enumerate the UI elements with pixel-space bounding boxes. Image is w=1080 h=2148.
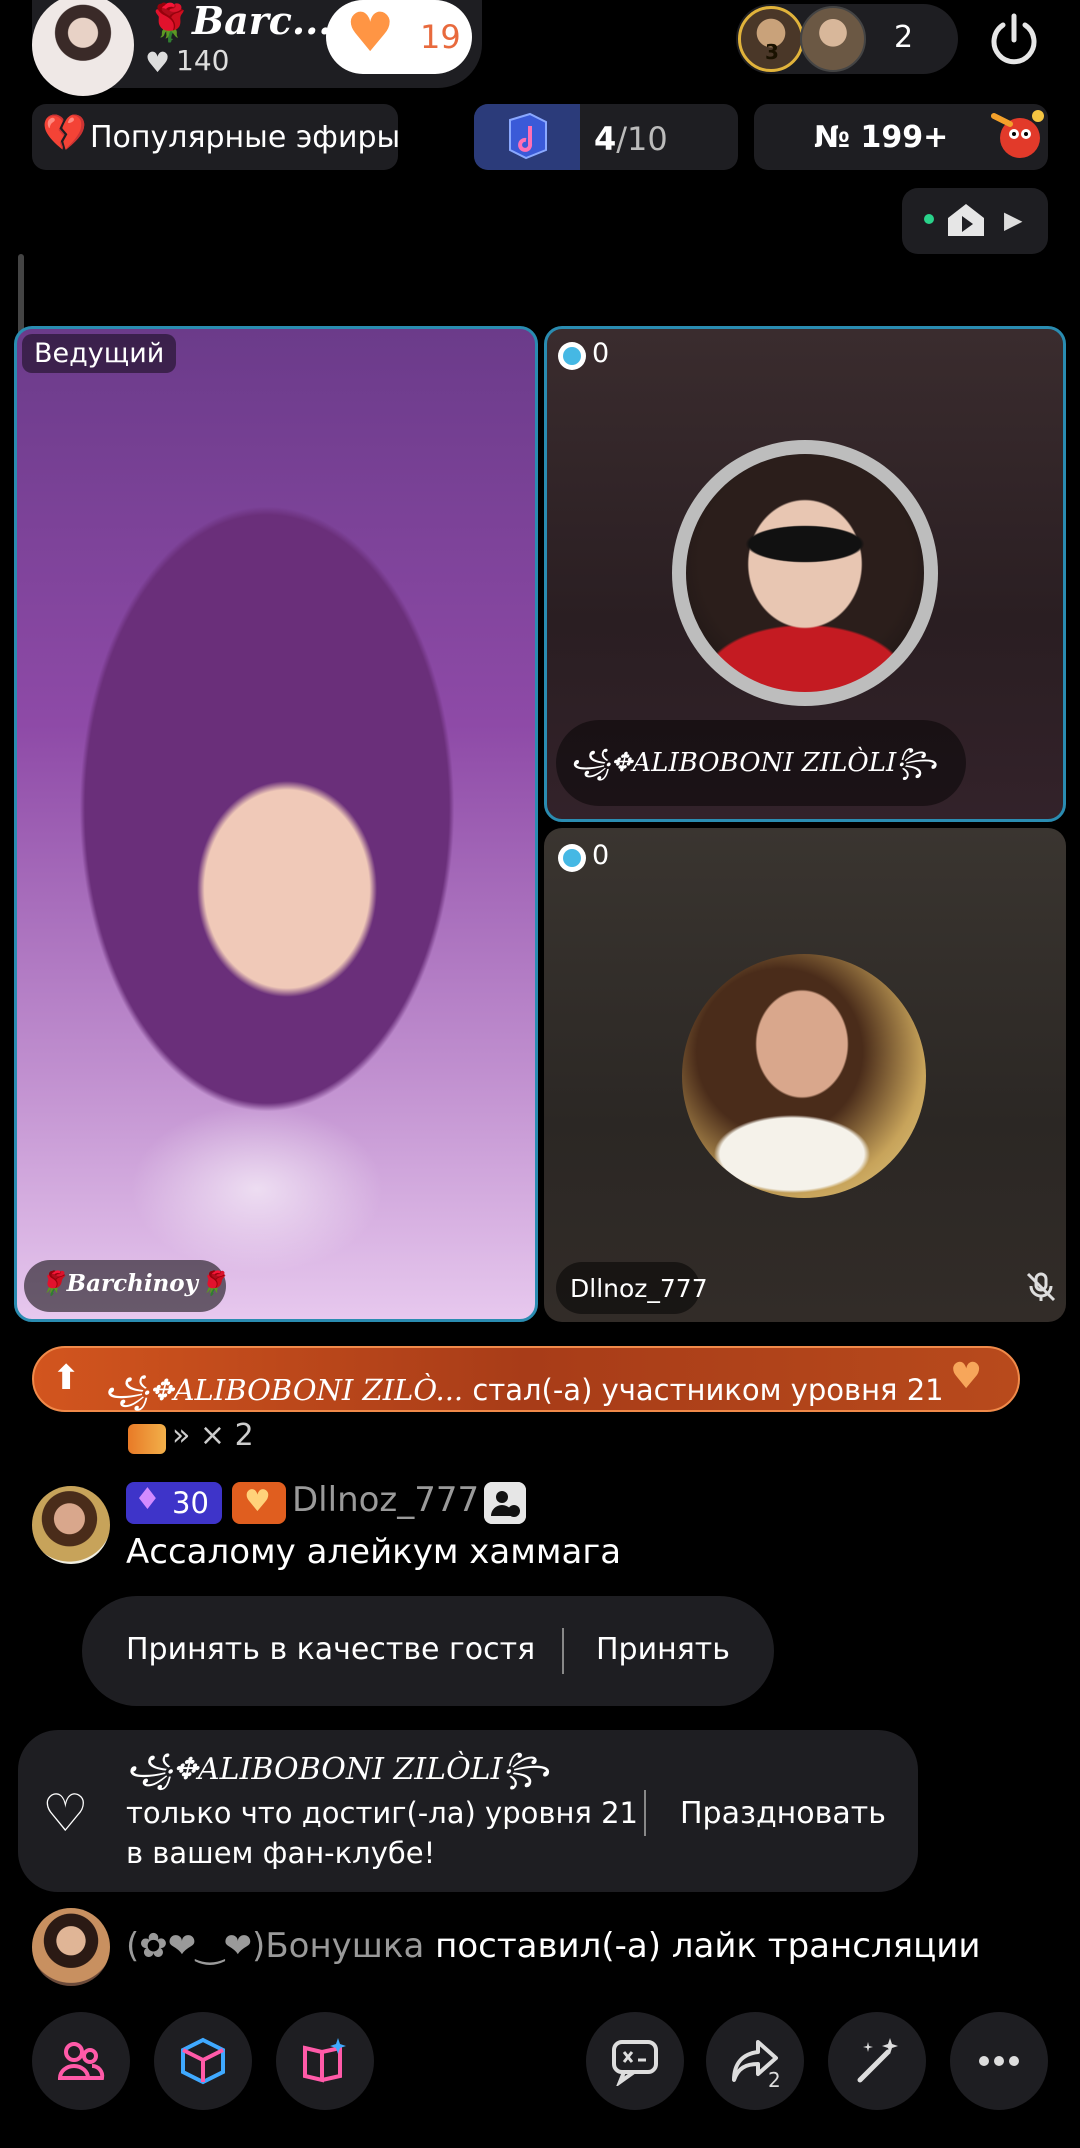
celebrate-button[interactable]: Праздновать xyxy=(680,1796,886,1831)
heart-icon: ♥ xyxy=(950,1356,983,1397)
share-button[interactable]: 2 xyxy=(706,2012,804,2110)
rose-icon: 🌹 xyxy=(147,3,192,44)
broken-heart-icon: 💔 xyxy=(42,113,87,154)
host-likes-count: 140 xyxy=(176,44,230,77)
heart-icon: ♥ xyxy=(145,46,171,79)
gift-multiplier: » × 2 xyxy=(172,1418,254,1453)
diamond-level: 30 xyxy=(172,1486,209,1520)
guest1-seat-count: 0 xyxy=(592,338,610,369)
host-name[interactable]: Barc... xyxy=(192,0,332,43)
magic-wand-icon xyxy=(857,2038,898,2083)
seat-gem-icon xyxy=(558,844,586,872)
like-notification: (✿❤‿❤)Бонушка поставил(-а) лайк трансляц… xyxy=(126,1926,981,1966)
activities-button[interactable] xyxy=(276,2012,374,2110)
heart-outline-icon: ♡ xyxy=(42,1784,89,1844)
home-play-icon[interactable] xyxy=(946,202,986,238)
accept-as-guest-button[interactable]: Принять в качестве гостя xyxy=(126,1632,535,1667)
orange-heart-icon: ♥ xyxy=(346,1,395,64)
fan-heart-icon: ♥ xyxy=(244,1484,271,1519)
comment-button[interactable] xyxy=(586,2012,684,2110)
more-dots-icon xyxy=(979,2056,1019,2066)
chat-avatar[interactable] xyxy=(32,1908,110,1986)
host-video-tile[interactable] xyxy=(14,326,538,1322)
game-progress: 4/10 xyxy=(594,120,668,158)
mascot-icon xyxy=(991,110,1044,158)
chat-username[interactable]: Dllnoz_777 xyxy=(292,1480,479,1520)
book-sparkle-icon xyxy=(303,2038,346,2083)
host-tile-name: 🌹Barchinoy🌹 xyxy=(38,1270,227,1297)
rank-label: № 199+ xyxy=(814,120,949,155)
guest2-avatar[interactable] xyxy=(682,954,926,1198)
fan-card-text-line2: в вашем фан-клубе! xyxy=(126,1836,436,1870)
chat-avatar[interactable] xyxy=(32,1486,110,1564)
seat-gem-icon xyxy=(558,342,586,370)
viewer-count: 2 xyxy=(894,20,914,55)
cube-icon xyxy=(181,2037,225,2085)
follow-count: 19 xyxy=(420,18,461,56)
top-viewer-rank: 3 xyxy=(765,40,779,64)
people-icon xyxy=(57,2042,105,2080)
live-dot xyxy=(924,214,934,224)
host-badge: Ведущий xyxy=(22,334,177,373)
popular-streams-label: Популярные эфиры xyxy=(90,120,401,155)
fan-card-text-line1: только что достиг(-ла) уровня 21 xyxy=(126,1796,638,1830)
viewer-avatar[interactable] xyxy=(800,6,866,72)
effects-button[interactable] xyxy=(828,2012,926,2110)
arrow-up-icon: ⬆ xyxy=(52,1358,81,1398)
chat-message-text: Ассалому алейкум хаммага xyxy=(126,1532,622,1572)
guest1-name: ꧁✥ALIBOBONI ZILÒLI꧂ xyxy=(570,748,937,778)
divider xyxy=(644,1790,646,1836)
diamond-icon: ♦ xyxy=(134,1482,161,1517)
add-user-icon[interactable] xyxy=(484,1482,526,1524)
guest1-avatar[interactable] xyxy=(686,454,924,692)
cube-button[interactable] xyxy=(154,2012,252,2110)
chat-bubble-icon xyxy=(612,2040,658,2086)
play-arrow-icon[interactable]: ▶ xyxy=(1004,206,1022,234)
guest2-name: Dllnoz_777 xyxy=(570,1274,708,1303)
share-count: 2 xyxy=(768,2068,781,2092)
guests-button[interactable] xyxy=(32,2012,130,2110)
guest2-seat-count: 0 xyxy=(592,840,610,871)
mic-off-icon xyxy=(1026,1272,1056,1302)
divider xyxy=(562,1628,564,1674)
power-icon[interactable] xyxy=(984,10,1044,70)
more-button[interactable] xyxy=(950,2012,1048,2110)
music-cube-icon xyxy=(509,112,547,160)
accept-button[interactable]: Принять xyxy=(596,1632,730,1667)
gift-icon xyxy=(128,1424,166,1454)
